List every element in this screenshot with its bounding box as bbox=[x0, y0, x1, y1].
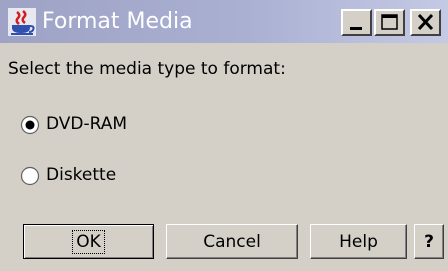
window-title: Format Media bbox=[42, 9, 193, 34]
help-button[interactable]: Help bbox=[310, 224, 407, 259]
minimize-icon bbox=[350, 27, 362, 30]
radio-diskette-label[interactable]: Diskette bbox=[46, 165, 116, 185]
help-button-label: Help bbox=[339, 231, 378, 252]
minimize-button[interactable] bbox=[341, 9, 372, 36]
cancel-button-label: Cancel bbox=[203, 231, 261, 252]
radio-dvd-ram-label[interactable]: DVD-RAM bbox=[46, 114, 127, 134]
prompt-label: Select the media type to format: bbox=[8, 59, 286, 79]
radio-unselected-icon[interactable] bbox=[20, 166, 40, 186]
context-help-button[interactable]: ? bbox=[414, 224, 444, 259]
close-icon bbox=[417, 13, 434, 31]
format-media-dialog: Format Media Select the media type to fo… bbox=[0, 0, 448, 271]
radio-selected-icon[interactable] bbox=[20, 115, 40, 135]
cancel-button[interactable]: Cancel bbox=[166, 224, 298, 259]
java-coffee-cup-icon[interactable] bbox=[8, 8, 36, 36]
context-help-label: ? bbox=[424, 231, 434, 252]
title-bar[interactable]: Format Media bbox=[0, 0, 448, 43]
ok-button-label: OK bbox=[72, 229, 105, 254]
maximize-button[interactable] bbox=[374, 9, 405, 36]
ok-button[interactable]: OK bbox=[23, 224, 154, 259]
close-button[interactable] bbox=[410, 9, 441, 36]
maximize-icon bbox=[381, 14, 398, 30]
